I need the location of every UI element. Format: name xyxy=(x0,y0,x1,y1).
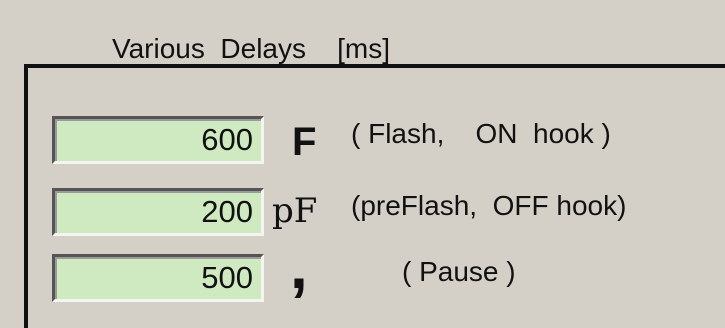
groupbox-title: Various Delays [ms] xyxy=(100,35,403,63)
pause-description: ( Pause ) xyxy=(402,256,516,287)
delays-groupbox: Various Delays [ms] F ( Flash, ON hook )… xyxy=(24,35,725,328)
pause-delay-input[interactable] xyxy=(52,254,264,302)
preflash-description: (preFlash, OFF hook) xyxy=(351,190,627,221)
flash-delay-input[interactable] xyxy=(52,116,264,164)
flash-description: ( Flash, ON hook ) xyxy=(351,118,611,149)
flash-code-label: F xyxy=(292,120,317,164)
preflash-code-label: pF xyxy=(272,191,318,231)
preflash-delay-input[interactable] xyxy=(52,188,264,236)
pause-code-label: , xyxy=(290,230,308,302)
